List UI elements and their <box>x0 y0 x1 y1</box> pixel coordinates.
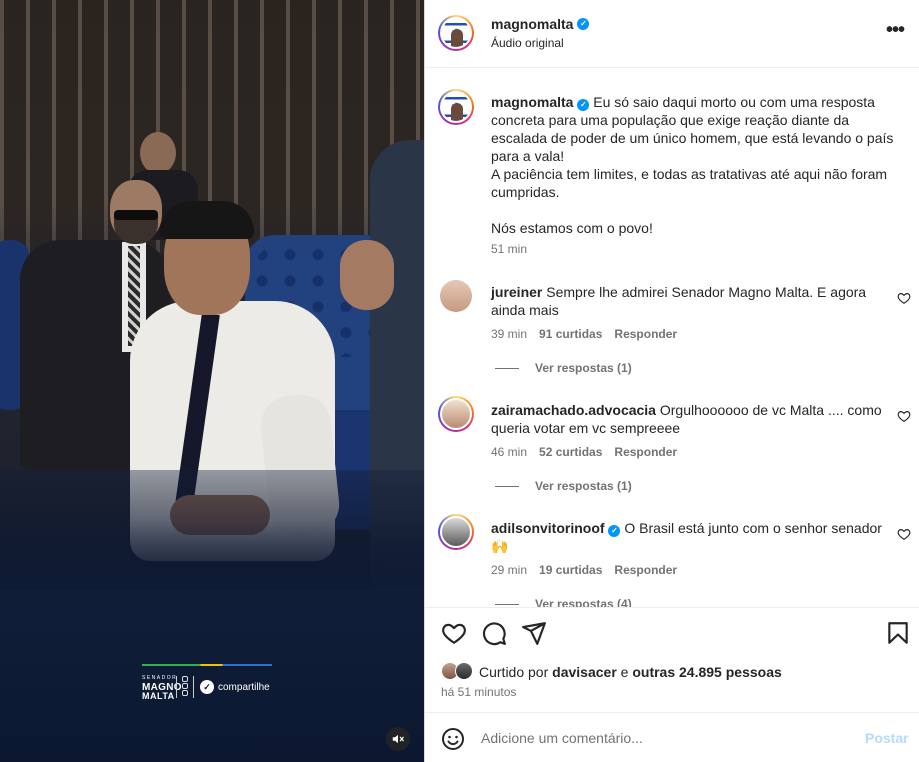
avatar[interactable] <box>438 514 474 550</box>
verified-badge-icon: ✓ <box>577 99 590 111</box>
post-panel: ✡ magnomalta ✓ Áudio original ••• ✡ magn… <box>424 0 919 762</box>
add-comment-bar: Postar <box>425 712 919 762</box>
view-replies-button[interactable]: Ver respostas (1) <box>495 361 632 375</box>
post-header: ✡ magnomalta ✓ Áudio original ••• <box>425 0 919 68</box>
post-timestamp[interactable]: há 51 minutos <box>441 685 516 699</box>
comment-username[interactable]: zairamachado.advocacia <box>491 402 656 418</box>
post-comment-button[interactable]: Postar <box>865 730 909 746</box>
video-watermark: SENADOR MAGNO MALTA ✓ compartilhe <box>142 664 274 701</box>
heart-icon[interactable] <box>897 527 911 541</box>
liked-by-connector: e <box>620 664 629 680</box>
avatar[interactable]: ✡ <box>438 89 474 125</box>
comment-body: Sempre lhe admirei Senador Magno Malta. … <box>491 284 867 318</box>
heart-icon[interactable] <box>897 409 911 423</box>
liked-by-avatars[interactable] <box>441 662 475 682</box>
watermark-color-line <box>142 664 272 666</box>
comment-likes[interactable]: 19 curtidas <box>539 563 602 577</box>
comment-text: jureiner Sempre lhe admirei Senador Magn… <box>491 283 891 319</box>
view-replies-button[interactable]: Ver respostas (1) <box>495 479 632 493</box>
caption-body: Eu só saio daqui morto ou com uma respos… <box>491 94 894 236</box>
emoji-icon[interactable] <box>441 727 465 751</box>
comment-icon[interactable] <box>481 620 507 646</box>
avatar[interactable]: ✡ <box>438 15 474 51</box>
liked-by-others[interactable]: outras 24.895 pessoas <box>632 664 781 680</box>
heart-icon[interactable] <box>441 620 467 646</box>
reply-button[interactable]: Responder <box>614 327 677 341</box>
reply-button[interactable]: Responder <box>614 563 677 577</box>
liked-by: Curtido por davisacer e outras 24.895 pe… <box>441 662 782 682</box>
comment-time[interactable]: 39 min <box>491 327 527 341</box>
post-video[interactable]: SENADOR MAGNO MALTA ✓ compartilhe <box>0 0 424 762</box>
view-replies-label[interactable]: Ver respostas (4) <box>535 597 632 607</box>
username-text[interactable]: magnomalta <box>491 16 573 32</box>
more-options-icon[interactable]: ••• <box>883 20 907 46</box>
share-icon[interactable] <box>521 620 547 646</box>
post-actions: Curtido por davisacer e outras 24.895 pe… <box>425 607 919 712</box>
header-username[interactable]: magnomalta ✓ <box>491 16 590 32</box>
liked-by-user[interactable]: davisacer <box>552 664 617 680</box>
avatar[interactable] <box>440 280 472 312</box>
comment-text: adilsonvitorinoof ✓ O Brasil está junto … <box>491 519 891 555</box>
avatar[interactable] <box>438 396 474 432</box>
liked-by-prefix: Curtido por <box>479 664 549 680</box>
speaker-muted-icon <box>392 734 404 744</box>
video-bottom-fade <box>0 520 424 762</box>
watermark-share: ✓ compartilhe <box>200 680 270 694</box>
view-replies-label[interactable]: Ver respostas (1) <box>535 479 632 493</box>
comment-text: zairamachado.advocacia Orgulhoooooo de v… <box>491 401 891 437</box>
comment-likes[interactable]: 52 curtidas <box>539 445 602 459</box>
comment-username[interactable]: jureiner <box>491 284 542 300</box>
comment-meta: 29 min 19 curtidas Responder <box>491 563 677 577</box>
watermark-share-label: compartilhe <box>218 681 270 693</box>
replies-line <box>495 485 519 487</box>
verified-badge-icon: ✓ <box>577 18 590 30</box>
comments-list[interactable]: ✡ magnomalta ✓ Eu só saio daqui morto ou… <box>425 69 919 607</box>
caption-username[interactable]: magnomalta <box>491 94 573 110</box>
view-replies-label[interactable]: Ver respostas (1) <box>535 361 632 375</box>
comment-meta: 46 min 52 curtidas Responder <box>491 445 677 459</box>
watermark-social-icons <box>182 676 190 697</box>
heart-icon[interactable] <box>897 291 911 305</box>
comment-likes[interactable]: 91 curtidas <box>539 327 602 341</box>
mute-button[interactable] <box>386 727 410 751</box>
reply-button[interactable]: Responder <box>614 445 677 459</box>
watermark-separator <box>176 676 177 698</box>
comment-time[interactable]: 46 min <box>491 445 527 459</box>
bookmark-icon[interactable] <box>885 620 911 646</box>
post-dialog: SENADOR MAGNO MALTA ✓ compartilhe ✡ <box>0 0 919 762</box>
comment-time[interactable]: 29 min <box>491 563 527 577</box>
audio-link[interactable]: Áudio original <box>491 36 564 50</box>
comment-meta: 39 min 91 curtidas Responder <box>491 327 677 341</box>
verified-badge-icon: ✓ <box>608 525 621 537</box>
share-badge-icon: ✓ <box>200 680 214 694</box>
replies-line <box>495 603 519 605</box>
caption-text: magnomalta ✓ Eu só saio daqui morto ou c… <box>491 93 905 237</box>
replies-line <box>495 367 519 369</box>
caption-time[interactable]: 51 min <box>491 242 527 256</box>
comment-input[interactable] <box>481 725 851 751</box>
comment-username[interactable]: adilsonvitorinoof <box>491 520 605 536</box>
watermark-separator <box>193 676 194 698</box>
view-replies-button[interactable]: Ver respostas (4) <box>495 597 632 607</box>
